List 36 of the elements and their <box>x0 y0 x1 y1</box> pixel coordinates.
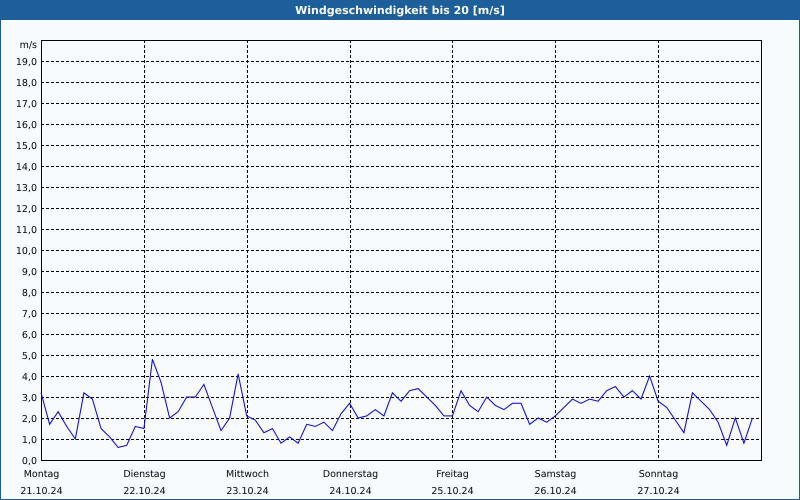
x-tick-label: Donnerstag <box>322 469 378 480</box>
y-tick-label: 7,0 <box>22 309 37 320</box>
date-label: 27.10.24 <box>637 486 680 497</box>
y-tick-label: 6,0 <box>22 330 37 341</box>
date-label: 21.10.24 <box>20 486 63 497</box>
y-tick-label: 1,0 <box>22 435 37 446</box>
x-tick-label: Dienstag <box>123 469 166 480</box>
window-title: Windgeschwindigkeit bis 20 [m/s] <box>295 4 505 16</box>
y-tick-label: 18,0 <box>16 78 37 89</box>
date-label: 26.10.24 <box>534 486 577 497</box>
y-tick-label: 4,0 <box>22 372 37 383</box>
x-tick-label: Montag <box>24 469 60 480</box>
y-tick-label: 8,0 <box>22 288 37 299</box>
x-tick-label: Mittwoch <box>226 469 270 480</box>
y-tick-label: 5,0 <box>22 351 37 362</box>
y-tick-label: 0,0 <box>22 456 37 467</box>
y-tick-label: 10,0 <box>16 246 37 257</box>
x-tick-label: Sonntag <box>638 469 678 480</box>
y-axis-unit: m/s <box>20 40 37 51</box>
y-tick-label: 13,0 <box>16 183 37 194</box>
y-tick-label: 2,0 <box>22 414 37 425</box>
x-tick-label: Samstag <box>534 469 576 480</box>
y-tick-label: 15,0 <box>16 141 37 152</box>
x-tick-label: Freitag <box>436 469 469 480</box>
y-tick-label: 11,0 <box>16 225 37 236</box>
date-label: 24.10.24 <box>329 486 372 497</box>
y-tick-label: 14,0 <box>16 162 37 173</box>
y-tick-label: 16,0 <box>16 120 37 131</box>
y-tick-label: 9,0 <box>22 267 37 278</box>
y-tick-label: 17,0 <box>16 99 37 110</box>
y-tick-label: 12,0 <box>16 204 37 215</box>
date-label: 22.10.24 <box>123 486 166 497</box>
date-label: 23.10.24 <box>226 486 269 497</box>
y-tick-label: 3,0 <box>22 393 37 404</box>
date-label: 25.10.24 <box>431 486 474 497</box>
y-tick-label: 19,0 <box>16 57 37 68</box>
